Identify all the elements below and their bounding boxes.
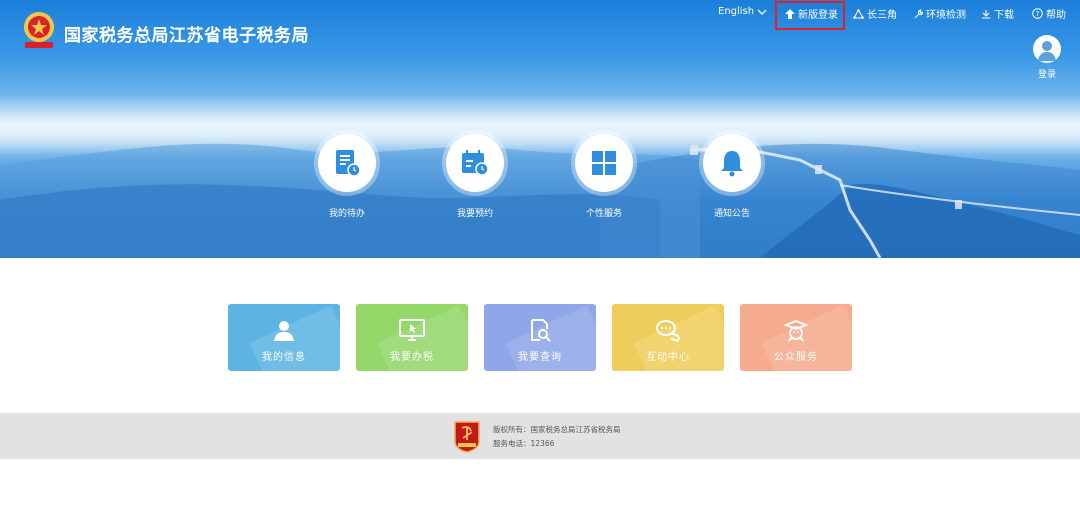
hero-item-notices[interactable]: 通知公告 xyxy=(687,134,777,219)
monitor-cursor-icon xyxy=(399,319,425,341)
hero-label: 我要预约 xyxy=(456,209,493,219)
tile-label: 我要办税 xyxy=(390,352,434,363)
footer: 版权所有：国家税务总局江苏省税务局 服务电话：12366 xyxy=(0,413,1080,459)
calendar-clock-icon xyxy=(462,150,489,176)
tile-my-info[interactable]: 我的信息 xyxy=(228,304,340,371)
hero-circle xyxy=(703,134,761,192)
tile-label: 公众服务 xyxy=(774,352,818,363)
tile-label: 我的信息 xyxy=(262,352,306,363)
help-link[interactable]: ? 帮助 xyxy=(1032,6,1066,21)
download-link[interactable]: 下载 xyxy=(981,6,1014,21)
mascot-icon xyxy=(783,320,809,342)
login-label: 登录 xyxy=(1037,70,1056,80)
user-icon xyxy=(274,321,294,341)
download-label: 下载 xyxy=(994,10,1014,21)
hero-label: 我的待办 xyxy=(328,209,365,219)
question-circle-icon: ? xyxy=(1032,8,1043,19)
bell-icon xyxy=(721,151,743,177)
hero-label: 通知公告 xyxy=(713,209,750,219)
tax-emblem-logo xyxy=(24,12,54,48)
tile-label: 互动中心 xyxy=(646,352,690,363)
grid-icon xyxy=(592,151,616,175)
hero-banner: 国家税务总局江苏省电子税务局 English 新版登录 长三角 环境检测 下载 … xyxy=(0,0,1080,258)
language-label: English xyxy=(718,6,755,17)
env-check-label: 环境检测 xyxy=(926,10,966,21)
footer-copyright: 版权所有：国家税务总局江苏省税务局 xyxy=(493,425,621,434)
tile-handle-tax[interactable]: 我要办税 xyxy=(356,304,468,371)
page: 国家税务总局江苏省电子税务局 English 新版登录 长三角 环境检测 下载 … xyxy=(0,0,1080,515)
hero-circle xyxy=(446,134,504,192)
yangtze-delta-link[interactable]: 长三角 xyxy=(853,6,897,21)
new-login-label: 新版登录 xyxy=(798,10,838,21)
party-emblem-badge-icon xyxy=(454,421,480,453)
doc-search-icon xyxy=(531,319,551,342)
hero-item-appointment[interactable]: 我要预约 xyxy=(430,134,520,219)
triangle-nodes-icon xyxy=(853,8,864,19)
hero-item-personal-service[interactable]: 个性服务 xyxy=(559,134,649,219)
tile-public-service[interactable]: 公众服务 xyxy=(740,304,852,371)
yangtze-delta-label: 长三角 xyxy=(867,10,897,21)
hero-item-todo[interactable]: 我的待办 xyxy=(302,134,392,219)
env-check-link[interactable]: 环境检测 xyxy=(913,6,966,21)
chevron-down-icon xyxy=(757,9,767,15)
wrench-icon xyxy=(914,8,923,18)
document-clock-icon xyxy=(336,150,361,177)
language-switch[interactable]: English xyxy=(718,6,767,17)
hero-circle xyxy=(575,134,633,192)
avatar-icon xyxy=(1033,35,1061,63)
upload-arrow-icon xyxy=(785,8,795,19)
download-icon xyxy=(982,9,990,19)
login-button[interactable]: 登录 xyxy=(1030,35,1064,80)
tile-interaction[interactable]: 互动中心 xyxy=(612,304,724,371)
chat-bubbles-icon xyxy=(656,320,681,342)
hero-circle xyxy=(318,134,376,192)
hero-label: 个性服务 xyxy=(585,209,622,219)
help-label: 帮助 xyxy=(1046,10,1066,21)
footer-phone: 服务电话：12366 xyxy=(493,439,555,448)
new-login-link[interactable]: 新版登录 xyxy=(785,6,838,21)
tile-label: 我要查询 xyxy=(518,352,562,363)
tile-query[interactable]: 我要查询 xyxy=(484,304,596,371)
site-title: 国家税务总局江苏省电子税务局 xyxy=(64,26,309,46)
svg-text:?: ? xyxy=(1036,10,1040,18)
